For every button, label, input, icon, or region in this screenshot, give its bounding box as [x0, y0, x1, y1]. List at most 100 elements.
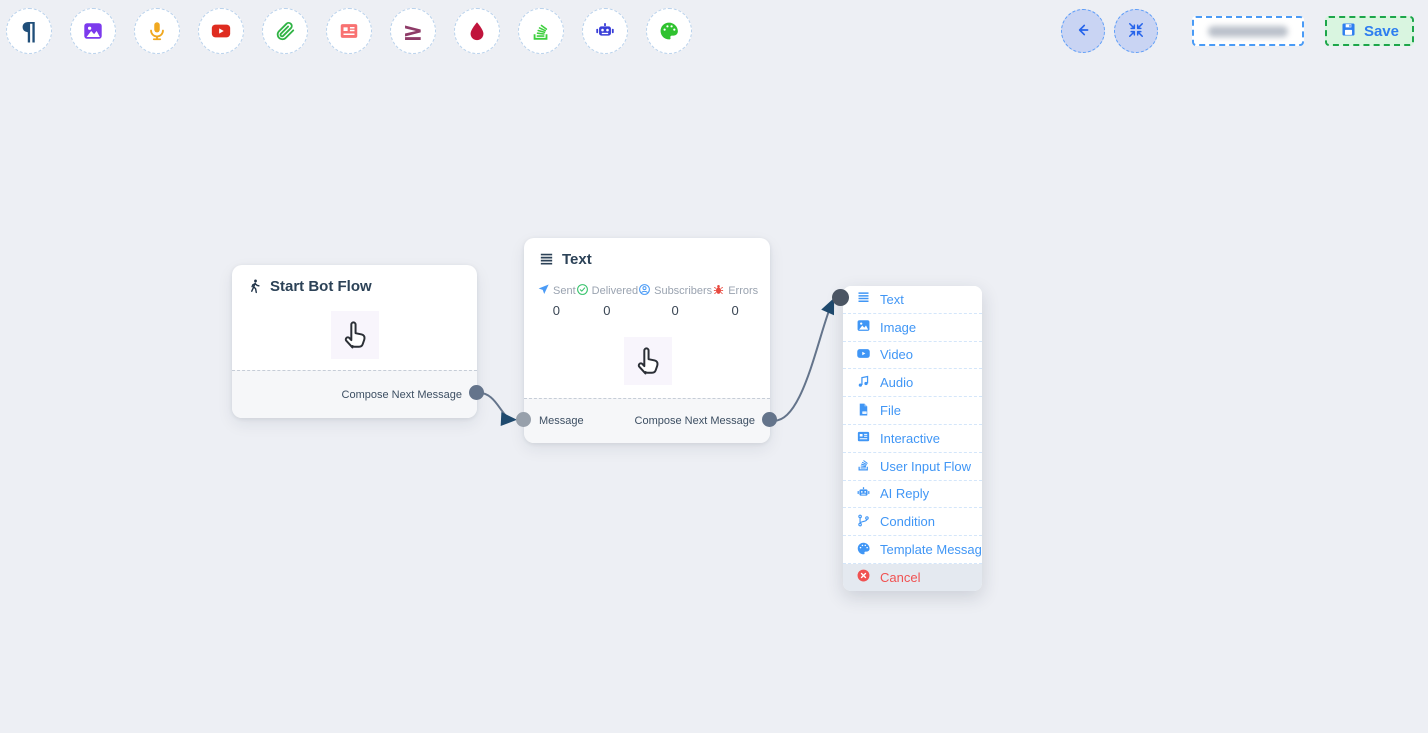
- node-footer: Message Compose Next Message: [524, 398, 770, 443]
- output-connector-start[interactable]: [469, 385, 484, 400]
- stat-label: Sent: [553, 285, 576, 297]
- palette-item-template-message[interactable]: [646, 8, 692, 54]
- greater-equal-icon: ≥: [403, 19, 424, 44]
- palette-icon: [856, 541, 871, 559]
- floppy-icon: [1340, 21, 1357, 42]
- stat-value: 0: [732, 303, 739, 318]
- hand-pointer-icon: [631, 344, 665, 378]
- user-circle-icon: [638, 283, 651, 299]
- pilcrow-icon: ¶: [21, 19, 37, 44]
- stack-icon: [530, 20, 552, 42]
- stat-subscribers: Subscribers 0: [638, 283, 712, 318]
- stat-label: Errors: [728, 285, 758, 297]
- input-port-label: Message: [539, 415, 584, 427]
- input-connector-text[interactable]: [516, 412, 531, 427]
- menu-item-label: Audio: [880, 375, 913, 390]
- circle-x-icon: [856, 568, 871, 586]
- menu-item-label: User Input Flow: [880, 459, 971, 474]
- stat-sent: Sent 0: [537, 283, 576, 318]
- node-palette-toolbar: ¶ ≥: [6, 8, 692, 54]
- menu-item-label: Template Message: [880, 542, 982, 557]
- palette-item-interactive[interactable]: [326, 8, 372, 54]
- menu-item-label: Interactive: [880, 431, 940, 446]
- text-lines-icon: [538, 251, 555, 268]
- stat-value: 0: [672, 303, 679, 318]
- node-title: Text: [524, 238, 770, 268]
- stat-errors: Errors 0: [712, 283, 758, 318]
- palette-item-greater-equal[interactable]: ≥: [390, 8, 436, 54]
- node-footer: Compose Next Message: [232, 370, 477, 418]
- drag-handle[interactable]: [331, 311, 379, 359]
- output-connector-text[interactable]: [762, 412, 777, 427]
- fit-view-button[interactable]: [1114, 9, 1158, 53]
- node-title-label: Start Bot Flow: [270, 278, 372, 295]
- stat-label: Subscribers: [654, 285, 712, 297]
- menu-item-label: Cancel: [880, 570, 920, 585]
- compress-icon: [1126, 20, 1146, 43]
- branch-icon: [856, 513, 871, 531]
- edge-text-to-menu[interactable]: [770, 302, 833, 421]
- menu-item-user-input-flow[interactable]: User Input Flow: [843, 453, 982, 481]
- flow-name-input[interactable]: [1192, 16, 1304, 46]
- node-title: Start Bot Flow: [232, 265, 477, 295]
- node-start-bot-flow[interactable]: Start Bot Flow Compose Next Message: [232, 265, 477, 418]
- menu-item-file[interactable]: File: [843, 397, 982, 425]
- stat-value: 0: [603, 303, 610, 318]
- save-button-label: Save: [1364, 23, 1399, 40]
- palette-item-droplet[interactable]: [454, 8, 500, 54]
- robot-icon: [856, 485, 871, 503]
- palette-item-file[interactable]: [262, 8, 308, 54]
- menu-item-label: AI Reply: [880, 486, 929, 501]
- hand-pointer-icon: [338, 318, 372, 352]
- menu-item-interactive[interactable]: Interactive: [843, 425, 982, 453]
- menu-item-ai-reply[interactable]: AI Reply: [843, 481, 982, 509]
- palette-icon: [658, 20, 680, 42]
- palette-item-audio[interactable]: [134, 8, 180, 54]
- save-button[interactable]: Save: [1325, 16, 1414, 46]
- palette-item-text[interactable]: ¶: [6, 8, 52, 54]
- file-icon: [856, 402, 871, 420]
- microphone-icon: [146, 20, 168, 42]
- menu-item-video[interactable]: Video: [843, 342, 982, 370]
- menu-item-cancel[interactable]: Cancel: [843, 564, 982, 591]
- drag-handle[interactable]: [624, 337, 672, 385]
- palette-item-video[interactable]: [198, 8, 244, 54]
- menu-item-label: Text: [880, 292, 904, 307]
- newspaper-icon: [338, 20, 360, 42]
- palette-item-image[interactable]: [70, 8, 116, 54]
- image-icon: [856, 318, 871, 336]
- blurred-flow-name: [1208, 26, 1288, 37]
- add-node-context-menu: Text Image Video Audio File Interactive …: [843, 286, 982, 591]
- node-text[interactable]: Text Sent 0 Delivered 0 Subscribers 0 Er…: [524, 238, 770, 443]
- check-circle-icon: [576, 283, 589, 299]
- menu-item-template-message[interactable]: Template Message: [843, 536, 982, 564]
- palette-item-ai-reply[interactable]: [582, 8, 628, 54]
- send-icon: [537, 283, 550, 299]
- menu-item-label: File: [880, 403, 901, 418]
- youtube-icon: [210, 20, 232, 42]
- menu-item-image[interactable]: Image: [843, 314, 982, 342]
- stat-delivered: Delivered 0: [576, 283, 638, 318]
- walking-person-icon: [246, 278, 263, 295]
- paperclip-icon: [274, 20, 296, 42]
- back-button[interactable]: [1061, 9, 1105, 53]
- pending-edge-connector[interactable]: [832, 289, 849, 306]
- newspaper-icon: [856, 429, 871, 447]
- palette-item-user-input-flow[interactable]: [518, 8, 564, 54]
- text-lines-icon: [856, 290, 871, 308]
- header-actions: Save: [1061, 9, 1414, 53]
- menu-item-label: Video: [880, 347, 913, 362]
- menu-item-audio[interactable]: Audio: [843, 369, 982, 397]
- menu-item-text[interactable]: Text: [843, 286, 982, 314]
- robot-icon: [594, 20, 616, 42]
- music-note-icon: [856, 374, 871, 392]
- bug-icon: [712, 283, 725, 299]
- stat-label: Delivered: [592, 285, 638, 297]
- menu-item-condition[interactable]: Condition: [843, 508, 982, 536]
- node-stats: Sent 0 Delivered 0 Subscribers 0 Errors …: [524, 283, 770, 318]
- output-port-label: Compose Next Message: [342, 389, 462, 401]
- node-title-label: Text: [562, 251, 592, 268]
- arrow-left-icon: [1073, 20, 1093, 43]
- menu-item-label: Image: [880, 320, 916, 335]
- youtube-icon: [856, 346, 871, 364]
